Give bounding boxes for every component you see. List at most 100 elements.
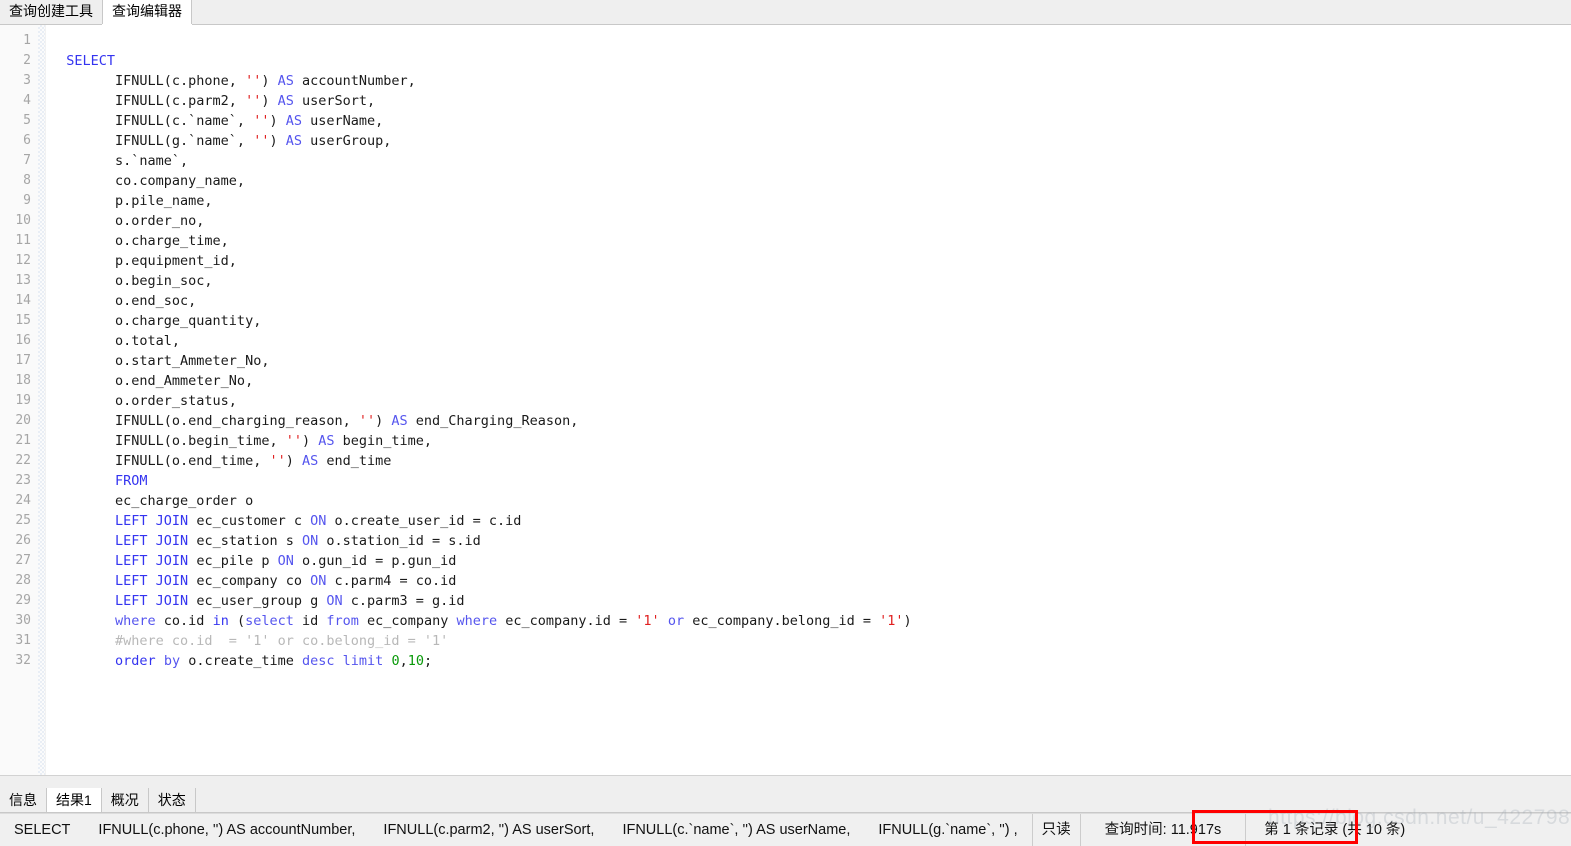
- code-line[interactable]: o.order_status,: [50, 391, 1571, 411]
- code-token: IFNULL(c.parm2,: [50, 93, 246, 109]
- code-line[interactable]: LEFT JOIN ec_company co ON c.parm4 = co.…: [50, 571, 1571, 591]
- line-number: 18: [15, 373, 31, 388]
- code-token: AS: [277, 93, 294, 109]
- code-token: ec_user_group g: [188, 593, 327, 609]
- code-line[interactable]: ec_charge_order o: [50, 491, 1571, 511]
- line-number: 21: [15, 433, 31, 448]
- code-line[interactable]: where co.id in (select id from ec_compan…: [50, 611, 1571, 631]
- line-number: 7: [23, 153, 31, 168]
- code-token: ;: [423, 653, 433, 669]
- bottom-tab-status[interactable]: 状态: [148, 788, 196, 812]
- sql-editor-pane[interactable]: 1 2 3 4 5 6 7 8 9 10 11 12 13 14 15 16 17 18 19 20 21 22 23 24 2…: [0, 25, 1571, 775]
- code-token: begin_time,: [334, 433, 433, 449]
- code-token: LEFT JOIN: [115, 513, 189, 529]
- code-token: ): [375, 413, 392, 429]
- code-line[interactable]: IFNULL(c.`name`, '') AS userName,: [50, 111, 1571, 131]
- code-line[interactable]: FROM: [50, 471, 1571, 491]
- code-token: ec_company co: [188, 573, 311, 589]
- line-number: 19: [15, 393, 31, 408]
- code-line[interactable]: s.`name`,: [50, 151, 1571, 171]
- code-line[interactable]: IFNULL(o.end_time, '') AS end_time: [50, 451, 1571, 471]
- code-token: p.pile_name,: [50, 193, 213, 209]
- code-token: o.begin_soc,: [50, 273, 213, 289]
- code-token: 0: [391, 653, 400, 669]
- code-line[interactable]: o.end_Ammeter_No,: [50, 371, 1571, 391]
- sql-editor[interactable]: 1 2 3 4 5 6 7 8 9 10 11 12 13 14 15 16 17 18 19 20 21 22 23 24 2…: [0, 25, 1571, 775]
- status-readonly-label: 只读: [1041, 821, 1071, 838]
- line-number: 15: [15, 313, 31, 328]
- code-line[interactable]: o.order_no,: [50, 211, 1571, 231]
- line-number: 8: [23, 173, 31, 188]
- code-token: userName,: [302, 113, 384, 129]
- bottom-tab-result1[interactable]: 结果1: [46, 788, 102, 812]
- code-line[interactable]: o.charge_quantity,: [50, 311, 1571, 331]
- line-number: 22: [15, 453, 31, 468]
- code-line[interactable]: LEFT JOIN ec_user_group g ON c.parm3 = g…: [50, 591, 1571, 611]
- code-line[interactable]: p.pile_name,: [50, 191, 1571, 211]
- code-line[interactable]: o.end_soc,: [50, 291, 1571, 311]
- line-number: 25: [15, 513, 31, 528]
- line-number: 17: [15, 353, 31, 368]
- line-number: 2: [23, 53, 31, 68]
- code-token: o.order_status,: [50, 393, 237, 409]
- sql-code-area[interactable]: SELECT IFNULL(c.phone, '') AS accountNum…: [46, 25, 1571, 775]
- status-column-select: SELECT: [14, 821, 71, 838]
- tab-query-editor[interactable]: 查询编辑器: [102, 0, 192, 24]
- code-line[interactable]: IFNULL(g.`name`, '') AS userGroup,: [50, 131, 1571, 151]
- code-token: '': [358, 413, 376, 429]
- code-line[interactable]: order by o.create_time desc limit 0,10;: [50, 651, 1571, 671]
- code-token: userGroup,: [302, 133, 392, 149]
- code-line[interactable]: LEFT JOIN ec_pile p ON o.gun_id = p.gun_…: [50, 551, 1571, 571]
- code-line[interactable]: co.company_name,: [50, 171, 1571, 191]
- status-bar: SELECT IFNULL(c.phone, '') AS accountNum…: [0, 813, 1571, 846]
- code-token: p.equipment_id,: [50, 253, 237, 269]
- code-token: '': [285, 433, 302, 449]
- code-line[interactable]: IFNULL(o.end_charging_reason, '') AS end…: [50, 411, 1571, 431]
- code-line[interactable]: o.total,: [50, 331, 1571, 351]
- code-token: '1': [879, 613, 904, 629]
- code-token: o.create_time: [180, 653, 302, 669]
- bottom-tab-info[interactable]: 信息: [0, 788, 47, 812]
- code-token: AS: [285, 113, 302, 129]
- line-number: 26: [15, 533, 31, 548]
- code-line[interactable]: SELECT: [50, 51, 1571, 71]
- code-line[interactable]: LEFT JOIN ec_station s ON o.station_id =…: [50, 531, 1571, 551]
- code-token: ON: [310, 513, 327, 529]
- code-token: IFNULL(o.end_charging_reason,: [50, 413, 359, 429]
- code-line[interactable]: IFNULL(c.parm2, '') AS userSort,: [50, 91, 1571, 111]
- line-number: 12: [15, 253, 31, 268]
- code-line[interactable]: IFNULL(c.phone, '') AS accountNumber,: [50, 71, 1571, 91]
- code-token: '': [269, 453, 286, 469]
- code-token: o.gun_id = p.gun_id: [293, 553, 457, 569]
- code-token: ): [261, 73, 278, 89]
- code-line[interactable]: o.charge_time,: [50, 231, 1571, 251]
- code-token: ec_company.belong_id =: [684, 613, 880, 629]
- code-line[interactable]: p.equipment_id,: [50, 251, 1571, 271]
- code-line[interactable]: [50, 31, 1571, 51]
- tab-query-builder[interactable]: 查询创建工具: [0, 0, 103, 24]
- code-token: desc: [302, 653, 335, 669]
- code-token: '': [245, 73, 262, 89]
- code-line[interactable]: LEFT JOIN ec_customer c ON o.create_user…: [50, 511, 1571, 531]
- code-line[interactable]: IFNULL(o.begin_time, '') AS begin_time,: [50, 431, 1571, 451]
- line-number: 4: [23, 93, 31, 108]
- line-number: 6: [23, 133, 31, 148]
- code-token: IFNULL(g.`name`,: [50, 133, 254, 149]
- code-line[interactable]: o.start_Ammeter_No,: [50, 351, 1571, 371]
- code-token: AS: [277, 73, 294, 89]
- code-token: ): [269, 133, 286, 149]
- code-token: o.total,: [50, 333, 181, 349]
- line-number: 16: [15, 333, 31, 348]
- bottom-tab-profile[interactable]: 概况: [101, 788, 149, 812]
- code-token: AS: [391, 413, 408, 429]
- code-line[interactable]: o.begin_soc,: [50, 271, 1571, 291]
- code-line[interactable]: #where co.id = '1' or co.belong_id = '1': [50, 631, 1571, 651]
- results-pane-divider[interactable]: [0, 775, 1571, 789]
- code-token: FROM: [115, 473, 148, 489]
